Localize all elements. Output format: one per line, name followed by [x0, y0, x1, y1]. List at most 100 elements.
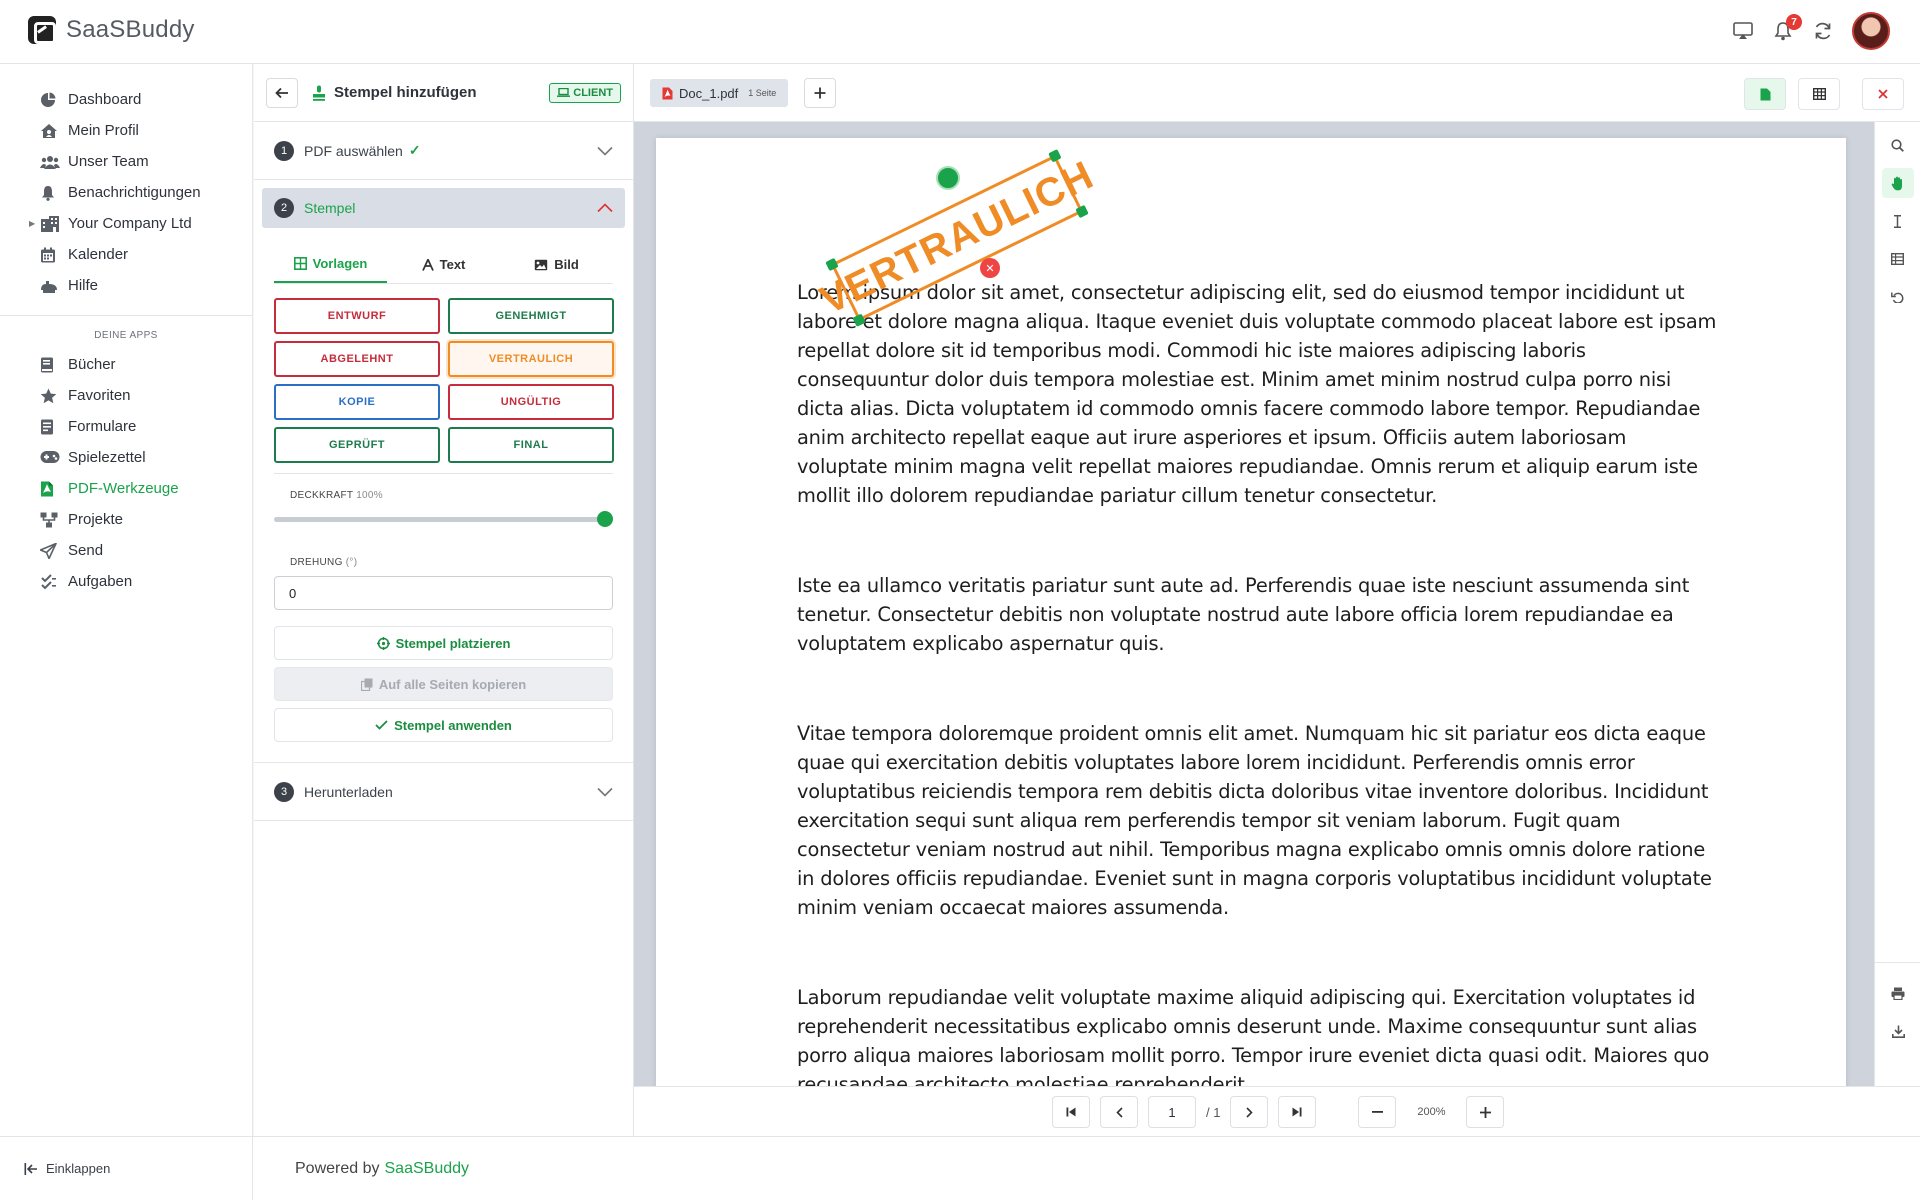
resize-handle[interactable]	[825, 257, 839, 272]
place-stamp-button[interactable]: Stempel platzieren	[274, 626, 613, 660]
grid-icon	[293, 257, 307, 270]
step-pdf-select[interactable]: 1 PDF auswählen ✓	[254, 122, 633, 180]
checkmark-icon: ✓	[408, 142, 421, 158]
text-cursor-icon[interactable]	[1882, 206, 1914, 236]
grid-view-button[interactable]	[1798, 78, 1840, 110]
sidebar-item-send[interactable]: Send	[0, 535, 252, 566]
search-icon[interactable]	[1882, 130, 1914, 160]
close-document-button[interactable]	[1862, 78, 1904, 110]
page-navigation: 1 / 1 200%	[634, 1086, 1920, 1136]
slider-track[interactable]	[274, 517, 605, 522]
sidebar-item-tasks[interactable]: Aufgaben	[0, 566, 252, 597]
stamp-template-rejected[interactable]: ABGELEHNT	[274, 341, 440, 377]
chevron-up-icon[interactable]	[597, 203, 613, 213]
sidebar-item-help[interactable]: Hilfe	[0, 270, 252, 301]
sidebar-item-forms[interactable]: Formulare	[0, 411, 252, 442]
rotation-input[interactable]: 0	[274, 576, 613, 610]
sidebar-item-dashboard[interactable]: Dashboard	[0, 84, 252, 115]
sidebar-item-profile[interactable]: Mein Profil	[0, 115, 252, 146]
avatar[interactable]	[1852, 12, 1890, 50]
plus-icon	[1479, 1106, 1491, 1118]
resize-handle[interactable]	[1075, 204, 1089, 219]
page-number-input[interactable]: 1	[1148, 1096, 1196, 1128]
chevron-down-icon[interactable]	[597, 146, 613, 156]
sidebar-divider	[0, 315, 252, 316]
first-page-icon	[1066, 1107, 1076, 1117]
pdf-page[interactable]: Lorem ipsum dolor sit amet, consectetur …	[656, 138, 1846, 1086]
sidebar-item-books[interactable]: Bücher	[0, 349, 252, 380]
sidebar-item-games[interactable]: Spielezettel	[0, 442, 252, 473]
tab-templates[interactable]: Vorlagen	[274, 246, 387, 283]
sidebar-item-projects[interactable]: Projekte	[0, 504, 252, 535]
sidebar-item-calendar[interactable]: Kalender	[0, 239, 252, 270]
tab-text[interactable]: Text	[387, 246, 500, 283]
dashboard-icon	[40, 92, 58, 108]
undo-icon[interactable]	[1882, 282, 1914, 312]
tab-image[interactable]: Bild	[500, 246, 613, 283]
next-page-button[interactable]	[1230, 1096, 1269, 1128]
opacity-slider[interactable]	[274, 511, 613, 527]
stamp-template-confidential[interactable]: VERTRAULICH	[448, 341, 614, 377]
stamp-template-checked[interactable]: GEPRÜFT	[274, 427, 440, 463]
document-tab[interactable]: Doc_1.pdf 1 Seite	[650, 79, 789, 107]
powered-by-text: Powered by	[295, 1159, 380, 1177]
page-total: / 1	[1206, 1104, 1221, 1120]
stamp-template-approved[interactable]: GENEHMIGT	[448, 298, 614, 334]
apply-stamp-button[interactable]: Stempel anwenden	[274, 708, 613, 742]
sidebar-item-company[interactable]: ▶ Your Company Ltd	[0, 208, 252, 239]
form-icon	[40, 419, 58, 435]
header-actions: 7	[1732, 12, 1890, 50]
copy-all-pages-label: Auf alle Seiten kopieren	[378, 676, 527, 692]
apps-nav: Bücher Favoriten Formulare Spielezettel …	[0, 349, 252, 597]
slider-thumb[interactable]	[597, 511, 613, 527]
pdf-viewer[interactable]: Lorem ipsum dolor sit amet, consectetur …	[634, 122, 1874, 1086]
step-stamp[interactable]: 2 Stempel	[262, 188, 625, 228]
caret-right-icon[interactable]: ▶	[29, 219, 35, 228]
top-bar: SaaSBuddy 7	[0, 0, 1920, 64]
last-page-icon	[1292, 1107, 1302, 1117]
document-area: Doc_1.pdf 1 Seite Lorem ipsum dolor sit …	[634, 64, 1920, 1136]
bell-icon[interactable]: 7	[1772, 14, 1802, 42]
divider	[274, 473, 613, 474]
powered-by-link[interactable]: SaaSBuddy	[385, 1160, 470, 1178]
back-button[interactable]	[266, 77, 298, 108]
stamp-template-copy[interactable]: KOPIE	[274, 384, 440, 420]
cast-icon[interactable]	[1732, 20, 1754, 42]
download-icon[interactable]	[1882, 1016, 1914, 1046]
copy-all-pages-button[interactable]: Auf alle Seiten kopieren	[274, 667, 613, 701]
brand-name: SaaSBuddy	[66, 16, 195, 43]
stamp-template-final[interactable]: FINAL	[448, 427, 614, 463]
stamp-icon	[312, 85, 326, 101]
prev-page-button[interactable]	[1100, 1096, 1138, 1128]
rotate-handle-icon[interactable]	[936, 166, 960, 190]
sidebar-item-team[interactable]: Unser Team	[0, 146, 252, 177]
sidebar-item-notifications[interactable]: Benachrichtigungen	[0, 177, 252, 208]
zoom-in-button[interactable]	[1466, 1096, 1505, 1128]
sidebar: Dashboard Mein Profil Unser Team Benachr…	[0, 64, 253, 1200]
first-page-button[interactable]	[1052, 1096, 1090, 1128]
refresh-icon[interactable]	[1812, 20, 1834, 42]
stamp-template-invalid[interactable]: UNGÜLTIG	[448, 384, 614, 420]
single-view-button[interactable]	[1744, 78, 1786, 110]
brand[interactable]: SaaSBuddy	[28, 16, 195, 44]
sidebar-item-label: Unser Team	[68, 153, 149, 170]
print-icon[interactable]	[1882, 978, 1914, 1008]
sidebar-item-pdf-tools[interactable]: PDF-Werkzeuge	[0, 473, 252, 504]
zoom-out-button[interactable]	[1358, 1096, 1397, 1128]
bell-icon	[40, 185, 58, 201]
add-document-button[interactable]	[804, 78, 836, 108]
table-icon[interactable]	[1882, 244, 1914, 274]
hand-tool-icon[interactable]	[1881, 168, 1914, 198]
delete-stamp-icon[interactable]: ✕	[980, 258, 1000, 278]
step-download[interactable]: 3 Herunterladen	[254, 763, 633, 821]
stamp-template-draft[interactable]: ENTWURF	[274, 298, 440, 334]
document-paragraph: Lorem ipsum dolor sit amet, consectetur …	[797, 281, 1717, 507]
resize-handle[interactable]	[1048, 149, 1062, 163]
panel-title: Stempel hinzufügen	[312, 84, 477, 101]
last-page-button[interactable]	[1278, 1096, 1317, 1128]
chevron-down-icon[interactable]	[597, 787, 613, 797]
sidebar-item-favorites[interactable]: Favoriten	[0, 380, 252, 411]
sidebar-item-label: Formulare	[68, 418, 137, 435]
opacity-label: DECKKRAFT 100%	[290, 490, 633, 501]
collapse-button[interactable]: Einklappen	[0, 1136, 253, 1200]
